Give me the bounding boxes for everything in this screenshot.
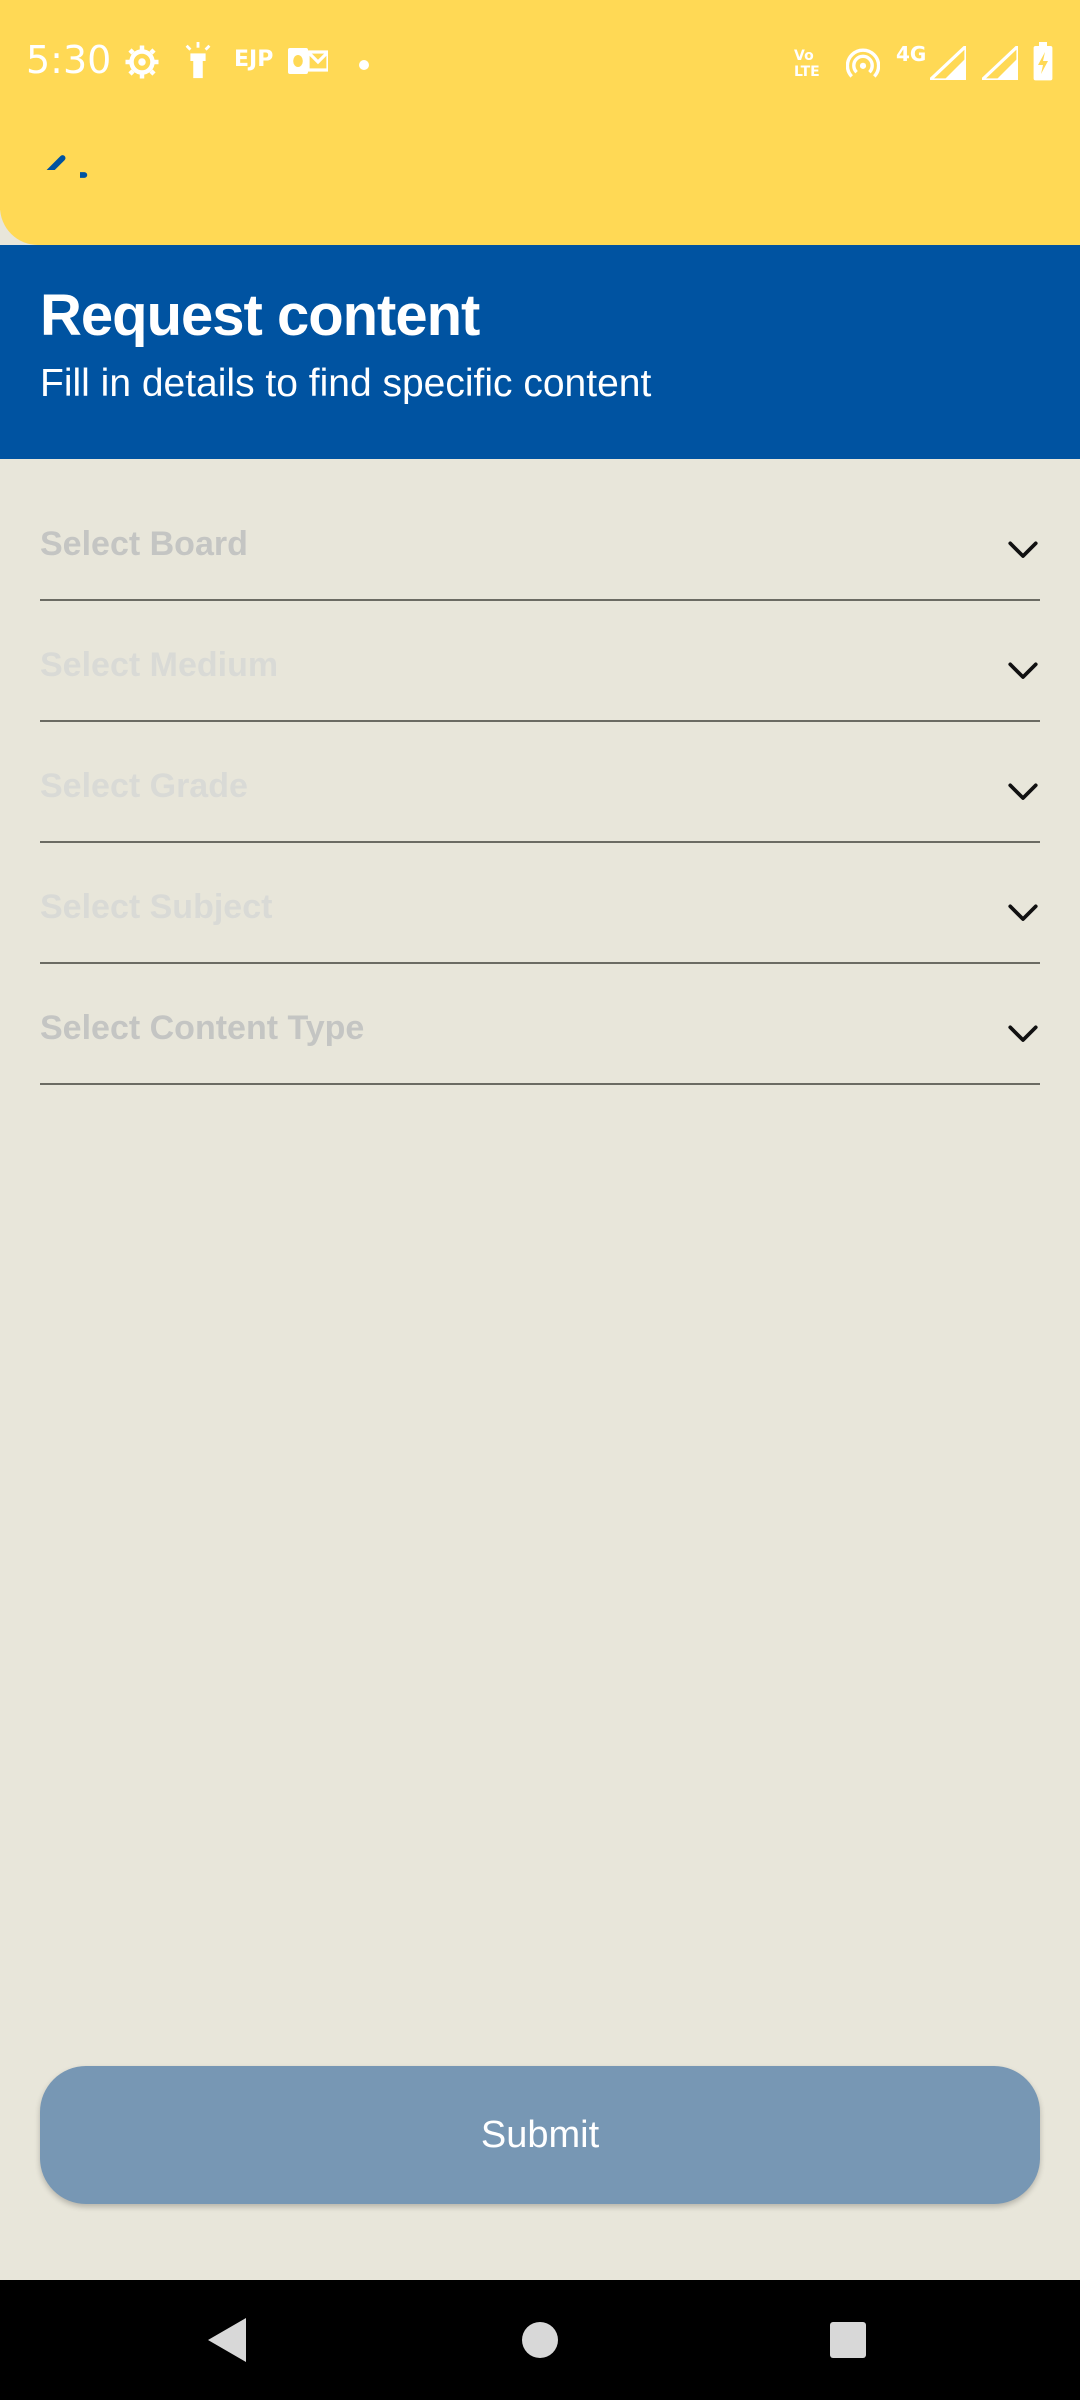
- grade-select[interactable]: Select Grade: [40, 722, 1040, 843]
- topbar-corner: [0, 170, 80, 245]
- settings-gear-icon: [124, 44, 160, 84]
- content-type-select-placeholder: Select Content Type: [40, 1009, 365, 1047]
- status-time: 5:30: [26, 38, 112, 82]
- board-select-placeholder: Select Board: [40, 525, 248, 563]
- svg-text:LTE: LTE: [794, 64, 820, 78]
- battery-charging-icon: [1032, 42, 1054, 86]
- medium-select-placeholder: Select Medium: [40, 646, 279, 684]
- flashlight-icon: [184, 42, 212, 84]
- svg-text:Vo: Vo: [794, 48, 814, 64]
- status-bar: 5:30 EJP Vo LTE 4G: [0, 0, 1080, 120]
- chevron-down-icon: [1008, 541, 1038, 558]
- content-type-select[interactable]: Select Content Type: [40, 964, 1040, 1085]
- hotspot-icon: [845, 46, 881, 84]
- nav-back-button[interactable]: [198, 2310, 258, 2370]
- page-subtitle: Fill in details to find specific content: [40, 362, 652, 405]
- outlook-icon: [288, 44, 330, 82]
- top-app-bar: 5:30 EJP Vo LTE 4G: [0, 0, 1080, 245]
- 4g-signal-icon: [925, 42, 968, 84]
- nav-recents-square-icon: [830, 2322, 866, 2358]
- chevron-down-icon: [1008, 662, 1038, 679]
- board-select[interactable]: Select Board: [40, 480, 1040, 601]
- grade-select-placeholder: Select Grade: [40, 767, 248, 805]
- submit-button[interactable]: Submit: [40, 2066, 1040, 2204]
- subject-select[interactable]: Select Subject: [40, 843, 1040, 964]
- nav-home-circle-icon: [522, 2322, 558, 2358]
- chevron-down-icon: [1008, 904, 1038, 921]
- page-title: Request content: [40, 283, 480, 348]
- nav-home-button[interactable]: [510, 2310, 570, 2370]
- page-header: Request content Fill in details to find …: [0, 245, 1080, 459]
- chevron-down-icon: [1008, 1025, 1038, 1042]
- chevron-down-icon: [1008, 783, 1038, 800]
- subject-select-placeholder: Select Subject: [40, 888, 273, 926]
- 4g-label: 4G: [896, 42, 927, 66]
- nav-recents-button[interactable]: [818, 2310, 878, 2370]
- dot-icon: [358, 56, 370, 75]
- request-form: Select Board Select Medium Select Grade …: [40, 480, 1040, 1085]
- medium-select[interactable]: Select Medium: [40, 601, 1040, 722]
- ejp-text-icon: EJP: [234, 47, 274, 72]
- system-nav-bar: [0, 2280, 1080, 2400]
- nav-back-triangle-icon: [208, 2318, 246, 2362]
- signal-icon: [977, 42, 1020, 84]
- volte-icon: Vo LTE: [794, 46, 826, 82]
